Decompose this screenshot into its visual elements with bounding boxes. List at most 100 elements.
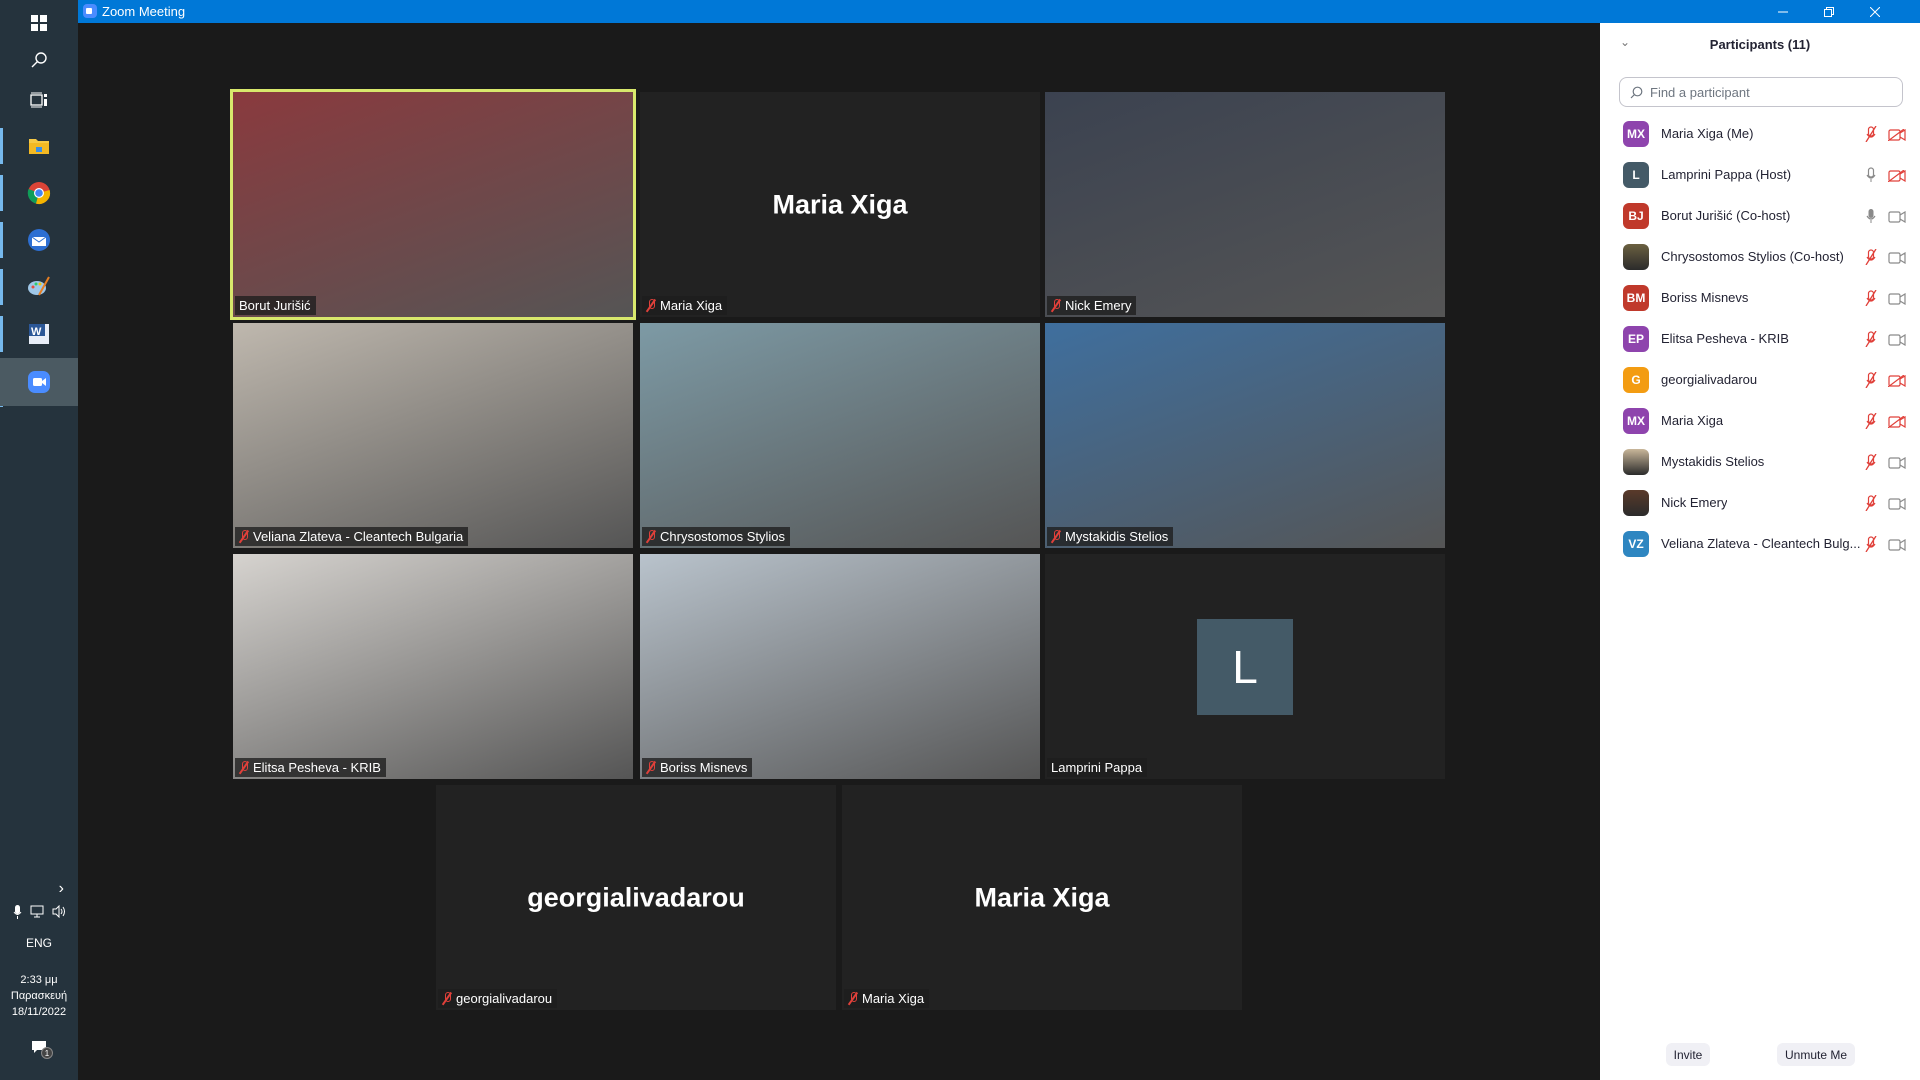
action-center-button[interactable]: 1 — [0, 1040, 78, 1059]
participant-name-label: Borut Jurišić — [235, 296, 316, 315]
participant-name: Nick Emery — [1065, 298, 1132, 313]
mic-muted-icon[interactable] — [1865, 125, 1877, 142]
participants-panel: ⌄ Participants (11) MXMaria Xiga (Me)LLa… — [1600, 23, 1920, 1080]
find-participant-search[interactable] — [1619, 77, 1903, 107]
window-title-bar: Zoom Meeting — [78, 0, 1920, 23]
video-tile[interactable]: Elitsa Pesheva - KRIB — [233, 554, 633, 779]
participant-row[interactable]: MX Maria Xiga (Me) — [1600, 113, 1920, 154]
participant-row[interactable]: Nick Emery — [1600, 482, 1920, 523]
taskbar-chrome[interactable] — [0, 170, 78, 216]
taskbar-word[interactable]: W — [0, 311, 78, 357]
video-camera-icon[interactable] — [1888, 456, 1906, 469]
search-icon — [1630, 86, 1643, 98]
mic-muted-icon[interactable] — [1865, 248, 1877, 265]
window-title: Zoom Meeting — [102, 4, 186, 19]
participant-name-label: Nick Emery — [1047, 296, 1137, 315]
mic-muted-icon[interactable] — [1865, 494, 1877, 511]
participant-row[interactable]: Chrysostomos Stylios (Co-host) — [1600, 236, 1920, 277]
mic-muted-icon[interactable] — [1865, 330, 1877, 347]
video-tile[interactable]: Chrysostomos Stylios — [640, 323, 1040, 548]
clock-time[interactable]: 2:33 μμ — [0, 974, 78, 986]
participant-name-label: Chrysostomos Stylios — [642, 527, 790, 546]
participant-avatar: L — [1623, 161, 1649, 188]
video-camera-icon[interactable] — [1888, 292, 1906, 305]
video-camera-icon[interactable] — [1888, 333, 1906, 346]
folder-icon — [29, 139, 49, 154]
taskbar-thunderbird[interactable] — [0, 217, 78, 263]
participant-row[interactable]: BJ Borut Jurišić (Co-host) — [1600, 195, 1920, 236]
svg-text:W: W — [31, 326, 42, 338]
invite-button[interactable]: Invite — [1666, 1043, 1710, 1066]
participant-row[interactable]: EP Elitsa Pesheva - KRIB — [1600, 318, 1920, 359]
find-participant-input[interactable] — [1648, 83, 1888, 101]
participant-name-label: Lamprini Pappa — [1047, 758, 1148, 777]
participant-name: Boriss Misnevs — [660, 760, 748, 775]
close-button[interactable] — [1852, 0, 1898, 23]
clock-day: Παρασκευή — [10, 990, 68, 1002]
show-hidden-icons-chevron[interactable]: › — [0, 880, 78, 898]
mic-muted-icon[interactable] — [1865, 289, 1877, 306]
participant-name: Maria Xiga — [862, 991, 925, 1006]
input-language[interactable]: ENG — [0, 936, 78, 950]
minimize-button[interactable] — [1760, 0, 1806, 23]
video-camera-icon[interactable] — [1888, 251, 1906, 264]
participant-list-name: Borut Jurišić (Co-host) — [1661, 208, 1791, 223]
taskbar-paint[interactable] — [0, 264, 78, 310]
mic-muted-icon[interactable] — [1865, 371, 1877, 388]
participant-list-name: Mystakidis Stelios — [1661, 454, 1765, 469]
video-tile[interactable]: Boriss Misnevs — [640, 554, 1040, 779]
mic-icon[interactable] — [1865, 166, 1877, 183]
muted-mic-icon — [442, 992, 452, 1005]
video-tile[interactable]: Nick Emery — [1045, 92, 1445, 317]
video-camera-icon[interactable] — [1888, 497, 1906, 510]
participant-name: georgialivadarou — [456, 991, 553, 1006]
task-view-icon — [30, 92, 47, 108]
participant-avatar — [1623, 489, 1649, 516]
participant-row[interactable]: L Lamprini Pappa (Host) — [1600, 154, 1920, 195]
video-tile[interactable]: L Lamprini Pappa — [1045, 554, 1445, 779]
video-tile[interactable]: Mystakidis Stelios — [1045, 323, 1445, 548]
video-tile[interactable]: Borut Jurišić — [230, 89, 636, 320]
video-off-icon[interactable] — [1887, 374, 1906, 387]
participant-list-name: Maria Xiga — [1661, 413, 1724, 428]
mic-muted-icon[interactable] — [1865, 535, 1877, 552]
mic-icon[interactable] — [1865, 208, 1877, 224]
unmute-me-button[interactable]: Unmute Me — [1777, 1043, 1855, 1066]
video-tile[interactable]: Maria Xiga Maria Xiga — [640, 92, 1040, 317]
participant-row[interactable]: BM Boriss Misnevs — [1600, 277, 1920, 318]
participant-row[interactable]: Ggeorgialivadarou — [1600, 359, 1920, 400]
microphone-icon[interactable] — [13, 905, 22, 919]
participant-row[interactable]: Mystakidis Stelios — [1600, 441, 1920, 482]
video-tile[interactable]: Maria Xiga Maria Xiga — [842, 785, 1242, 1010]
participant-video — [1045, 323, 1445, 548]
video-tile[interactable]: georgialivadarou georgialivadarou — [436, 785, 836, 1010]
participant-row[interactable]: VZ Veliana Zlateva - Cleantech Bulg... — [1600, 523, 1920, 564]
participant-name: Maria Xiga — [660, 298, 723, 313]
volume-icon[interactable] — [52, 905, 66, 918]
mic-muted-icon[interactable] — [1865, 412, 1877, 429]
participant-name: Chrysostomos Stylios — [660, 529, 785, 544]
word-icon: W — [29, 324, 49, 344]
participant-avatar — [1623, 243, 1649, 270]
mic-muted-icon[interactable] — [1865, 453, 1877, 470]
video-camera-icon[interactable] — [1888, 538, 1906, 551]
video-off-icon[interactable] — [1887, 415, 1906, 428]
participants-title: Participants (11) — [1709, 37, 1811, 52]
participant-avatar: BM — [1623, 284, 1649, 311]
minimize-icon — [1778, 11, 1788, 12]
participant-avatar: VZ — [1623, 530, 1649, 557]
taskbar-file-explorer[interactable] — [0, 123, 78, 169]
participant-name: Borut Jurišić — [239, 298, 311, 313]
notification-badge: 1 — [41, 1047, 53, 1059]
participant-avatar: G — [1623, 366, 1649, 393]
participant-row[interactable]: MX Maria Xiga — [1600, 400, 1920, 441]
participant-list-name: georgialivadarou — [1661, 372, 1758, 387]
video-tile[interactable]: Veliana Zlateva - Cleantech Bulgaria — [233, 323, 633, 548]
taskbar-zoom[interactable] — [0, 358, 78, 406]
video-off-icon[interactable] — [1887, 169, 1906, 182]
task-view-button[interactable] — [0, 77, 78, 123]
restore-button[interactable] — [1806, 0, 1852, 23]
network-icon[interactable] — [30, 905, 44, 918]
video-camera-icon[interactable] — [1888, 210, 1906, 223]
video-off-icon[interactable] — [1887, 128, 1906, 141]
